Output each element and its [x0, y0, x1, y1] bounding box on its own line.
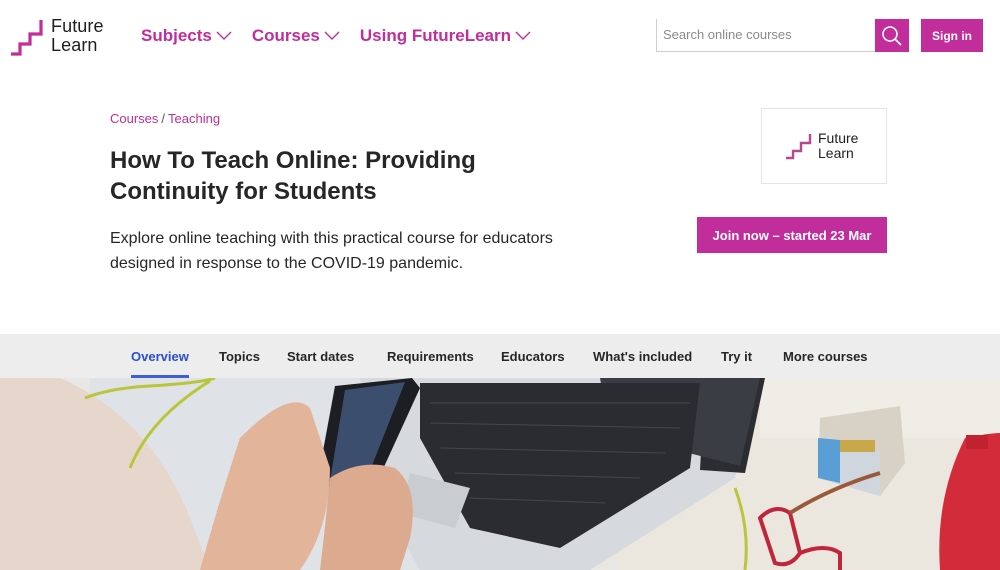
- breadcrumb-teaching[interactable]: Teaching: [168, 111, 220, 126]
- sign-in-button[interactable]: Sign in: [921, 19, 983, 52]
- tab-whats-included[interactable]: What's included: [593, 334, 692, 378]
- tab-try-it[interactable]: Try it: [721, 334, 752, 378]
- nav-subjects[interactable]: Subjects: [141, 26, 232, 46]
- tab-more-courses[interactable]: More courses: [783, 334, 868, 378]
- chevron-down-icon: [216, 31, 232, 40]
- partner-logo-line-1: Future: [818, 130, 859, 146]
- logo-text: Future Learn: [51, 17, 104, 55]
- chevron-down-icon: [515, 31, 531, 40]
- stairs-logo-icon: [786, 134, 812, 160]
- nav-courses-label: Courses: [251, 26, 320, 45]
- nav-using-futurelearn[interactable]: Using FutureLearn: [360, 26, 531, 46]
- breadcrumb-separator: /: [161, 111, 166, 126]
- search-input[interactable]: [657, 19, 875, 50]
- search-button[interactable]: [875, 19, 909, 52]
- tab-overview[interactable]: Overview: [131, 334, 189, 378]
- join-now-button[interactable]: Join now – started 23 Mar: [697, 217, 887, 253]
- partner-logo-line-2: Learn: [818, 145, 854, 161]
- tab-topics[interactable]: Topics: [219, 334, 260, 378]
- futurelearn-logo[interactable]: Future Learn: [11, 17, 111, 56]
- tab-educators[interactable]: Educators: [501, 334, 565, 378]
- logo-line-1: Future: [51, 16, 104, 36]
- tab-start-dates[interactable]: Start dates: [287, 334, 354, 378]
- nav-subjects-label: Subjects: [141, 26, 212, 45]
- chevron-down-icon: [324, 31, 340, 40]
- site-header: Future Learn Subjects Courses Using Futu…: [0, 0, 1000, 75]
- course-description: Explore online teaching with this practi…: [110, 230, 553, 272]
- breadcrumb: Courses / Teaching: [110, 111, 220, 126]
- tab-requirements[interactable]: Requirements: [387, 334, 474, 378]
- main-nav: Subjects Courses Using FutureLearn: [141, 26, 551, 46]
- partner-logo: Future Learn: [761, 108, 887, 184]
- search-box: [656, 19, 876, 52]
- nav-courses[interactable]: Courses: [252, 26, 340, 46]
- course-title: How To Teach Online: Providing Continuit…: [110, 147, 476, 205]
- breadcrumb-courses[interactable]: Courses: [110, 111, 158, 126]
- stairs-logo-icon: [11, 20, 43, 56]
- search-icon: [882, 25, 902, 46]
- course-section-tabs: Overview Topics Start dates Requirements…: [0, 334, 1000, 378]
- hero-illustration: [0, 378, 1000, 570]
- course-hero-image: [0, 378, 1000, 570]
- partner-logo-text: Future Learn: [818, 131, 858, 161]
- logo-line-2: Learn: [51, 35, 98, 55]
- nav-using-futurelearn-label: Using FutureLearn: [359, 26, 512, 45]
